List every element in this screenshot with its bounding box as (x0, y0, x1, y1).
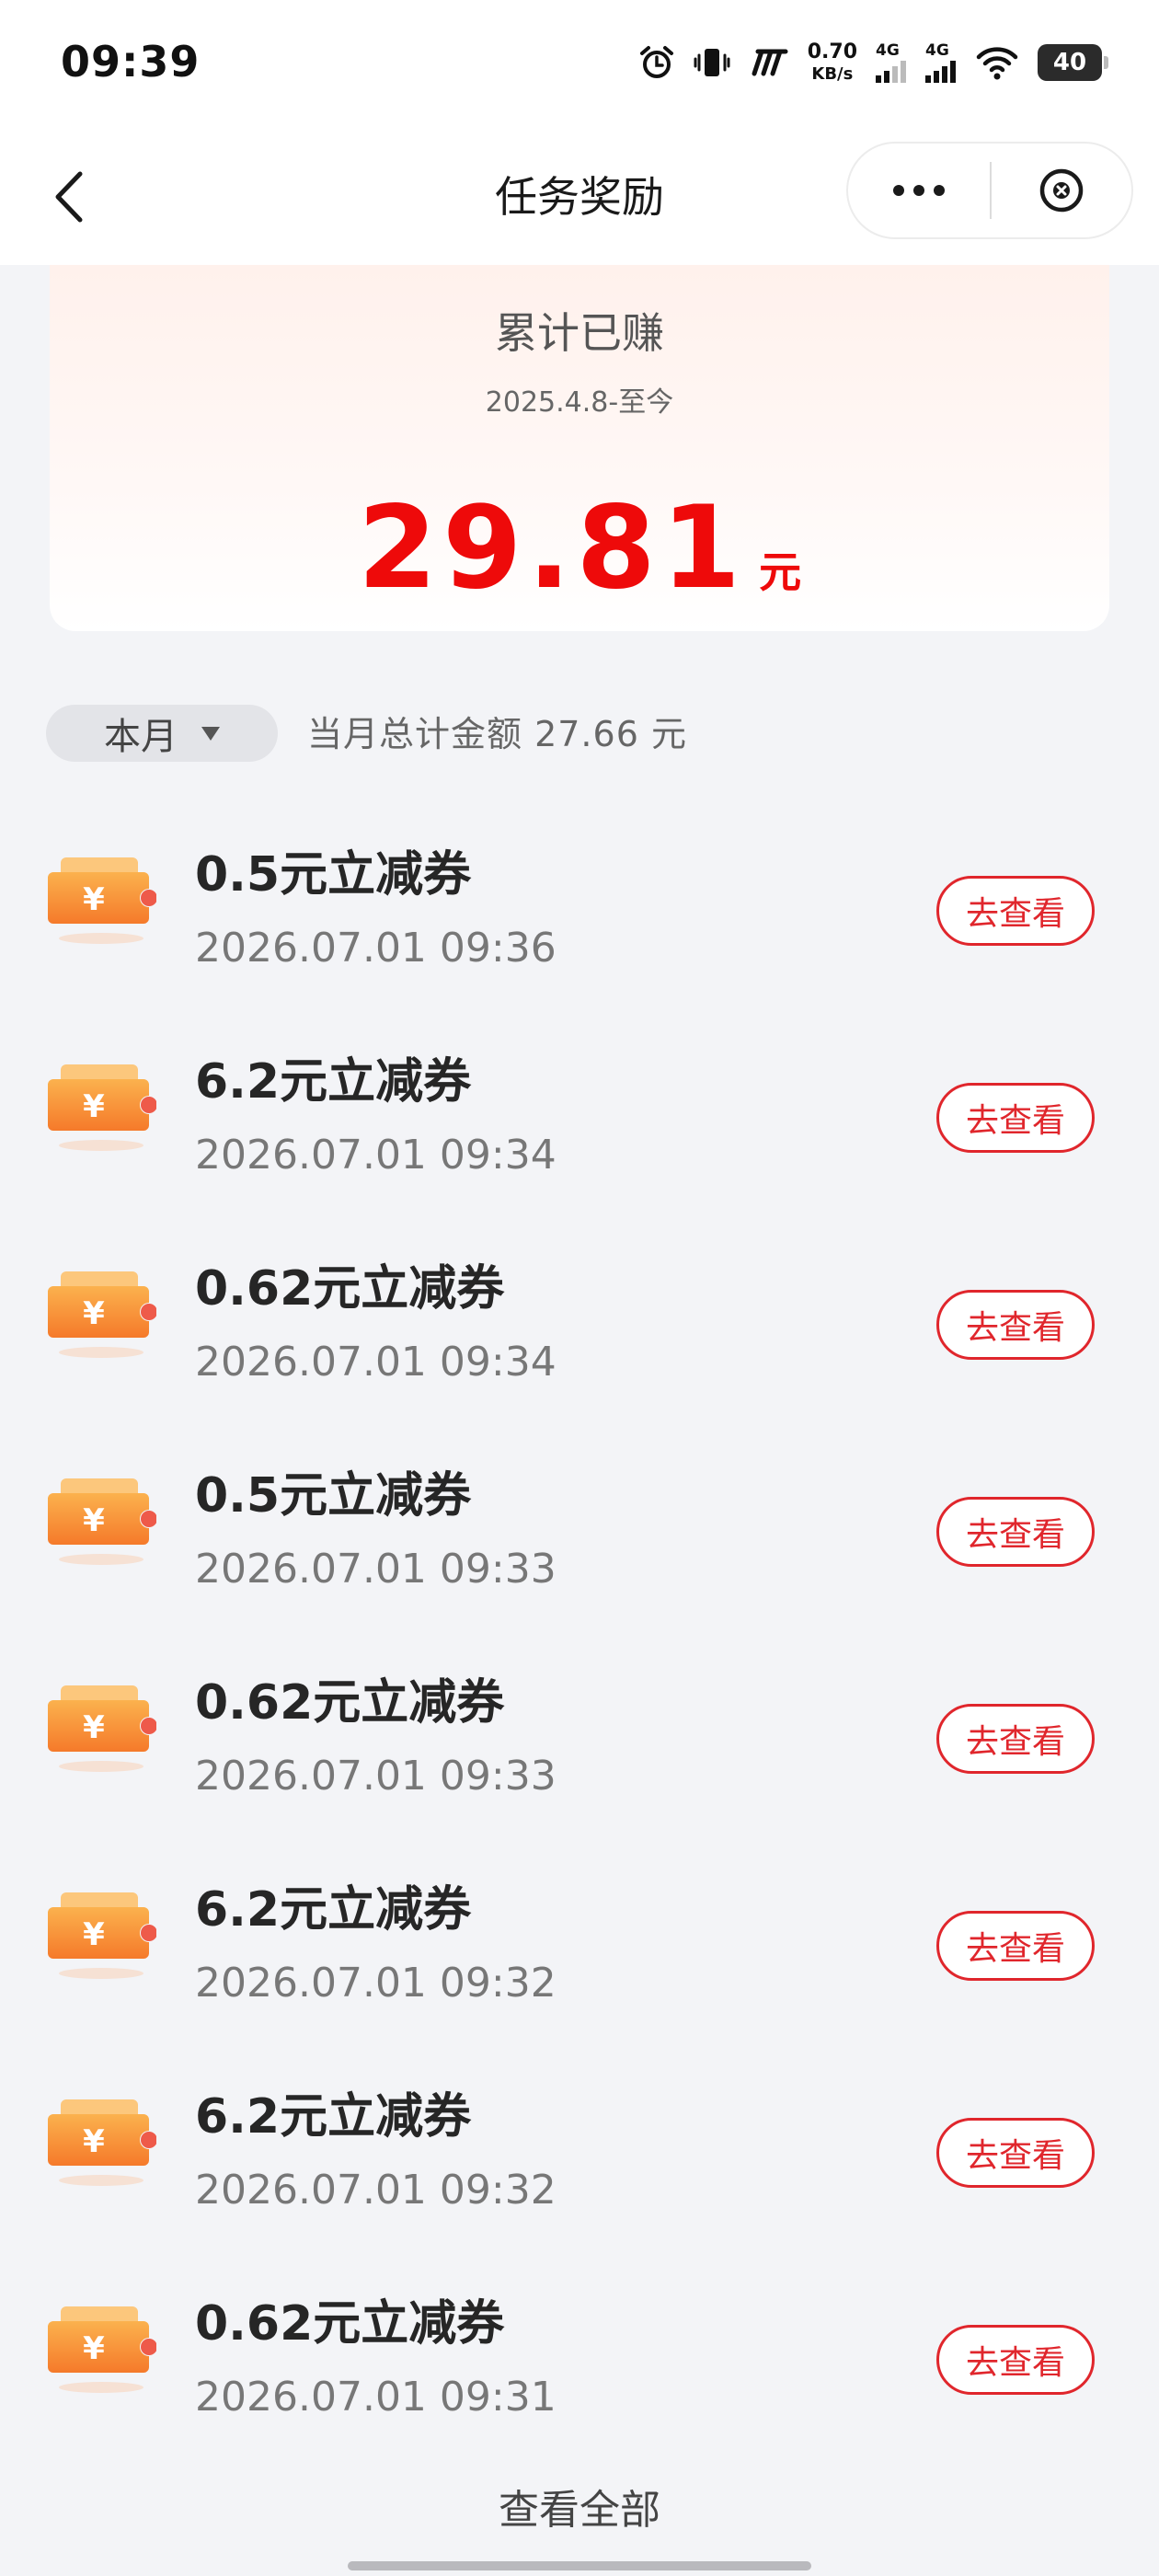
svg-text:¥: ¥ (83, 1088, 105, 1125)
coupon-icon: ¥ (46, 1673, 157, 1774)
coupon-time: 2026.07.01 09:33 (195, 1546, 557, 1593)
coupon-time: 2026.07.01 09:34 (195, 1132, 557, 1179)
alarm-icon (638, 44, 675, 81)
status-time: 09:39 (61, 37, 201, 86)
coupon-title: 6.2元立减券 (195, 2089, 472, 2145)
total-earned-amount: 29.81 (357, 482, 747, 615)
nav-bar: 任务奖励 (0, 129, 1159, 265)
list-item: ¥ 0.5元立减券 2026.07.01 09:33 去查看 (0, 1431, 1159, 1638)
view-coupon-button[interactable]: 去查看 (936, 2325, 1095, 2395)
signal-label: 4G (925, 40, 949, 60)
list-item: ¥ 0.62元立减券 2026.07.01 09:33 去查看 (0, 1638, 1159, 1845)
signal-4g-2: 4G (925, 40, 957, 83)
list-item: ¥ 6.2元立减券 2026.07.01 09:34 去查看 (0, 1017, 1159, 1224)
coupon-icon: ¥ (46, 845, 157, 946)
coupon-icon: ¥ (46, 1052, 157, 1153)
coupon-time: 2026.07.01 09:32 (195, 2167, 557, 2214)
close-circle-icon (1039, 168, 1084, 213)
summary-title: 累计已赚 (495, 308, 664, 358)
close-button[interactable] (992, 144, 1131, 237)
coupon-title: 0.62元立减券 (195, 2296, 505, 2352)
coupon-title: 6.2元立减券 (195, 1054, 472, 1110)
amount-unit: 元 (759, 547, 802, 597)
view-coupon-button[interactable]: 去查看 (936, 1290, 1095, 1360)
coupon-icon: ¥ (46, 1259, 157, 1360)
coupon-time: 2026.07.01 09:36 (195, 925, 557, 972)
net-speed-value: 0.70 (807, 40, 857, 63)
vibrate-icon (694, 44, 730, 81)
month-total-amount: 当月总计金额 27.66 元 (307, 714, 687, 754)
coupon-icon: ¥ (46, 1466, 157, 1567)
signal-4g-1: 4G (876, 40, 907, 83)
list-item: ¥ 0.62元立减券 2026.07.01 09:34 去查看 (0, 1224, 1159, 1431)
signal-icon (876, 60, 906, 83)
coupon-icon: ¥ (46, 2087, 157, 2188)
summary-date-range: 2025.4.8-至今 (485, 386, 674, 419)
more-button[interactable] (848, 144, 990, 237)
list-item: ¥ 6.2元立减券 2026.07.01 09:32 去查看 (0, 1845, 1159, 2052)
coupon-title: 0.62元立减券 (195, 1675, 505, 1731)
home-indicator[interactable] (348, 2561, 811, 2570)
wifi-icon (975, 44, 1019, 81)
coupon-icon: ¥ (46, 1880, 157, 1981)
svg-text:¥: ¥ (83, 2123, 105, 2160)
coupon-title: 6.2元立减券 (195, 1882, 472, 1938)
list-item: ¥ 0.5元立减券 2026.07.01 09:36 去查看 (0, 810, 1159, 1017)
coupon-time: 2026.07.01 09:31 (195, 2374, 557, 2421)
month-filter-dropdown[interactable]: 本月 (46, 705, 278, 762)
page: 09:39 0.70 KB/s 4G 4G 40 任务奖励 累计已赚 2025.… (0, 0, 1159, 2576)
net-speed: 0.70 KB/s (808, 42, 857, 83)
dot (934, 185, 945, 196)
nfc-icon (749, 44, 789, 81)
svg-text:¥: ¥ (83, 2330, 105, 2367)
view-coupon-button[interactable]: 去查看 (936, 1911, 1095, 1981)
svg-text:¥: ¥ (83, 1295, 105, 1332)
svg-text:¥: ¥ (83, 1502, 105, 1539)
status-icons: 0.70 KB/s 4G 4G 40 (638, 33, 1108, 92)
coupon-time: 2026.07.01 09:32 (195, 1960, 557, 2007)
coupon-time: 2026.07.01 09:34 (195, 1339, 557, 1386)
list-item: ¥ 0.62元立减券 2026.07.01 09:31 去查看 (0, 2259, 1159, 2466)
net-speed-unit: KB/s (811, 64, 854, 84)
view-all-link[interactable]: 查看全部 (0, 2477, 1159, 2536)
miniprogram-capsule (846, 142, 1133, 239)
status-bar: 09:39 0.70 KB/s 4G 4G 40 (0, 0, 1159, 129)
reward-list: ¥ 0.5元立减券 2026.07.01 09:36 去查看 ¥ 6.2元立减券… (0, 810, 1159, 2466)
filter-label: 本月 (104, 716, 178, 758)
coupon-title: 0.62元立减券 (195, 1261, 505, 1317)
dot (893, 185, 904, 196)
battery-icon: 40 (1038, 44, 1108, 81)
coupon-icon: ¥ (46, 2294, 157, 2395)
view-coupon-button[interactable]: 去查看 (936, 1704, 1095, 1774)
svg-text:¥: ¥ (83, 1916, 105, 1953)
coupon-time: 2026.07.01 09:33 (195, 1753, 557, 1800)
view-coupon-button[interactable]: 去查看 (936, 876, 1095, 946)
caret-down-icon (201, 726, 220, 741)
coupon-title: 0.5元立减券 (195, 847, 472, 903)
dot (913, 185, 924, 196)
list-item: ¥ 6.2元立减券 2026.07.01 09:32 去查看 (0, 2052, 1159, 2259)
view-coupon-button[interactable]: 去查看 (936, 1083, 1095, 1153)
coupon-title: 0.5元立减券 (195, 1468, 472, 1524)
signal-icon (925, 60, 956, 83)
signal-label: 4G (876, 40, 900, 60)
view-coupon-button[interactable]: 去查看 (936, 1497, 1095, 1567)
svg-text:¥: ¥ (83, 1709, 105, 1746)
earnings-summary-card: 累计已赚 2025.4.8-至今 29.81 元 (50, 265, 1109, 631)
summary-amount-row: 29.81 元 (50, 482, 1109, 615)
svg-text:¥: ¥ (83, 881, 105, 918)
view-coupon-button[interactable]: 去查看 (936, 2118, 1095, 2188)
